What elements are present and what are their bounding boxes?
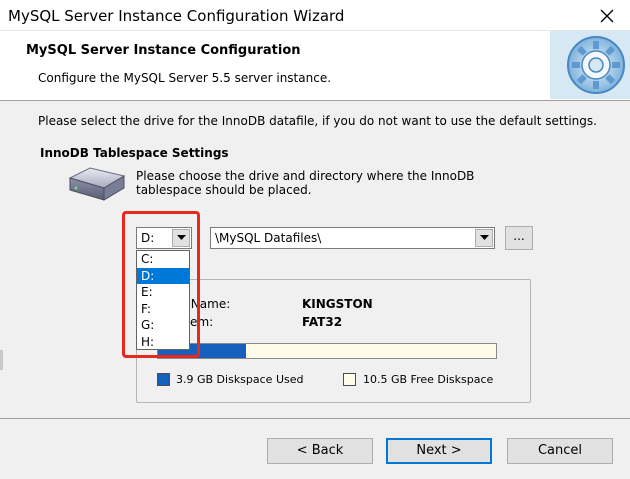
drive-option[interactable]: C: [137,251,189,268]
gear-icon [550,31,630,99]
drive-option[interactable]: F: [137,301,189,318]
drive-select-arrow[interactable] [172,229,190,247]
cancel-button[interactable]: Cancel [507,438,613,464]
tablespace-settings-heading: InnoDB Tablespace Settings [40,146,229,160]
free-swatch [343,373,356,386]
file-system-value: FAT32 [302,315,343,329]
directory-select[interactable]: \MySQL Datafiles\ [210,227,495,249]
chevron-down-icon [479,235,489,240]
drive-info-group: fo ne Name: KINGSTON ystem: FAT32 3.9 GB… [136,272,531,403]
directory-select-value: \MySQL Datafiles\ [215,231,322,245]
title-bar: MySQL Server Instance Configuration Wiza… [0,0,630,31]
intro-text: Please select the drive for the InnoDB d… [38,114,597,128]
drive-dropdown-list: C: D: E: F: G: H: [136,250,190,350]
drive-select-value: D: [141,231,155,245]
browse-button[interactable]: ... [505,226,533,250]
used-swatch [157,373,170,386]
drive-option[interactable]: D: [137,267,189,285]
chevron-down-icon [176,235,186,240]
directory-select-arrow[interactable] [475,229,493,247]
wizard-header: MySQL Server Instance Configuration Conf… [0,31,630,101]
drive-option[interactable]: H: [137,334,189,351]
close-icon [600,9,614,22]
close-button[interactable] [584,0,630,31]
drive-select[interactable]: D: [136,227,192,249]
window-title: MySQL Server Instance Configuration Wiza… [8,7,345,25]
window-edge [0,350,3,370]
volume-name-value: KINGSTON [302,297,373,311]
hard-drive-icon [68,167,126,201]
drive-option[interactable]: E: [137,284,189,301]
wizard-footer: < Back Next > Cancel [0,418,630,479]
page-subtitle: Configure the MySQL Server 5.5 server in… [38,71,332,85]
wizard-content: Please select the drive for the InnoDB d… [0,102,630,422]
drive-option[interactable]: G: [137,317,189,334]
diskspace-bar [157,343,497,359]
page-title: MySQL Server Instance Configuration [26,43,301,58]
back-button[interactable]: < Back [267,438,373,464]
choose-location-text: Please choose the drive and directory wh… [136,169,475,197]
used-legend-text: 3.9 GB Diskspace Used [176,373,304,386]
next-button[interactable]: Next > [386,438,492,464]
free-legend-text: 10.5 GB Free Diskspace [363,373,494,386]
